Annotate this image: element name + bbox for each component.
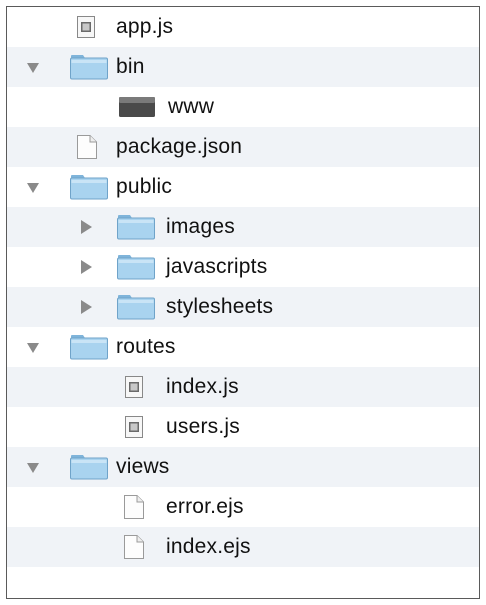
js-file-icon <box>125 376 143 398</box>
tree-item-label: users.js <box>166 415 240 438</box>
tree-row-error-ejs[interactable]: error.ejs <box>7 487 479 527</box>
folder-icon <box>70 334 108 360</box>
tree-row-javascripts[interactable]: javascripts <box>7 247 479 287</box>
js-file-icon <box>125 416 143 438</box>
tree-row-stylesheets[interactable]: stylesheets <box>7 287 479 327</box>
folder-icon <box>70 174 108 200</box>
tree-row-www[interactable]: www <box>7 87 479 127</box>
tree-item-label: bin <box>116 55 145 78</box>
file-tree: app.js bin www package.json public image… <box>6 6 480 599</box>
blank-file-icon <box>124 495 144 519</box>
tree-item-label: routes <box>116 335 176 358</box>
tree-empty-row <box>7 567 479 598</box>
tree-row-package-json[interactable]: package.json <box>7 127 479 167</box>
folder-icon <box>70 454 108 480</box>
tree-item-label: index.ejs <box>166 535 251 558</box>
folder-icon <box>117 214 155 240</box>
tree-item-label: images <box>166 215 235 238</box>
tree-row-index-ejs[interactable]: index.ejs <box>7 527 479 567</box>
tree-row-views[interactable]: views <box>7 447 479 487</box>
disclosure-collapsed-icon[interactable] <box>81 300 92 314</box>
tree-row-bin[interactable]: bin <box>7 47 479 87</box>
tree-row-index-js[interactable]: index.js <box>7 367 479 407</box>
tree-item-label: javascripts <box>166 255 268 278</box>
disclosure-expanded-icon[interactable] <box>27 183 39 193</box>
folder-icon <box>117 294 155 320</box>
disclosure-expanded-icon[interactable] <box>27 343 39 353</box>
folder-icon <box>117 254 155 280</box>
tree-item-label: public <box>116 175 173 198</box>
tree-row-images[interactable]: images <box>7 207 479 247</box>
disclosure-collapsed-icon[interactable] <box>81 260 92 274</box>
blank-file-icon <box>124 535 144 559</box>
tree-item-label: stylesheets <box>166 295 274 318</box>
tree-item-label: app.js <box>116 15 174 38</box>
tree-item-label: error.ejs <box>166 495 244 518</box>
disclosure-expanded-icon[interactable] <box>27 463 39 473</box>
tree-item-label: package.json <box>116 135 243 158</box>
js-file-icon <box>77 16 95 38</box>
tree-row-app-js[interactable]: app.js <box>7 7 479 47</box>
blank-file-icon <box>77 135 97 159</box>
tree-row-public[interactable]: public <box>7 167 479 207</box>
disclosure-collapsed-icon[interactable] <box>81 220 92 234</box>
tree-item-label: views <box>116 455 170 478</box>
executable-file-icon <box>119 97 155 117</box>
disclosure-expanded-icon[interactable] <box>27 63 39 73</box>
tree-row-routes[interactable]: routes <box>7 327 479 367</box>
tree-item-label: www <box>168 95 215 118</box>
tree-item-label: index.js <box>166 375 239 398</box>
tree-row-users-js[interactable]: users.js <box>7 407 479 447</box>
folder-icon <box>70 54 108 80</box>
